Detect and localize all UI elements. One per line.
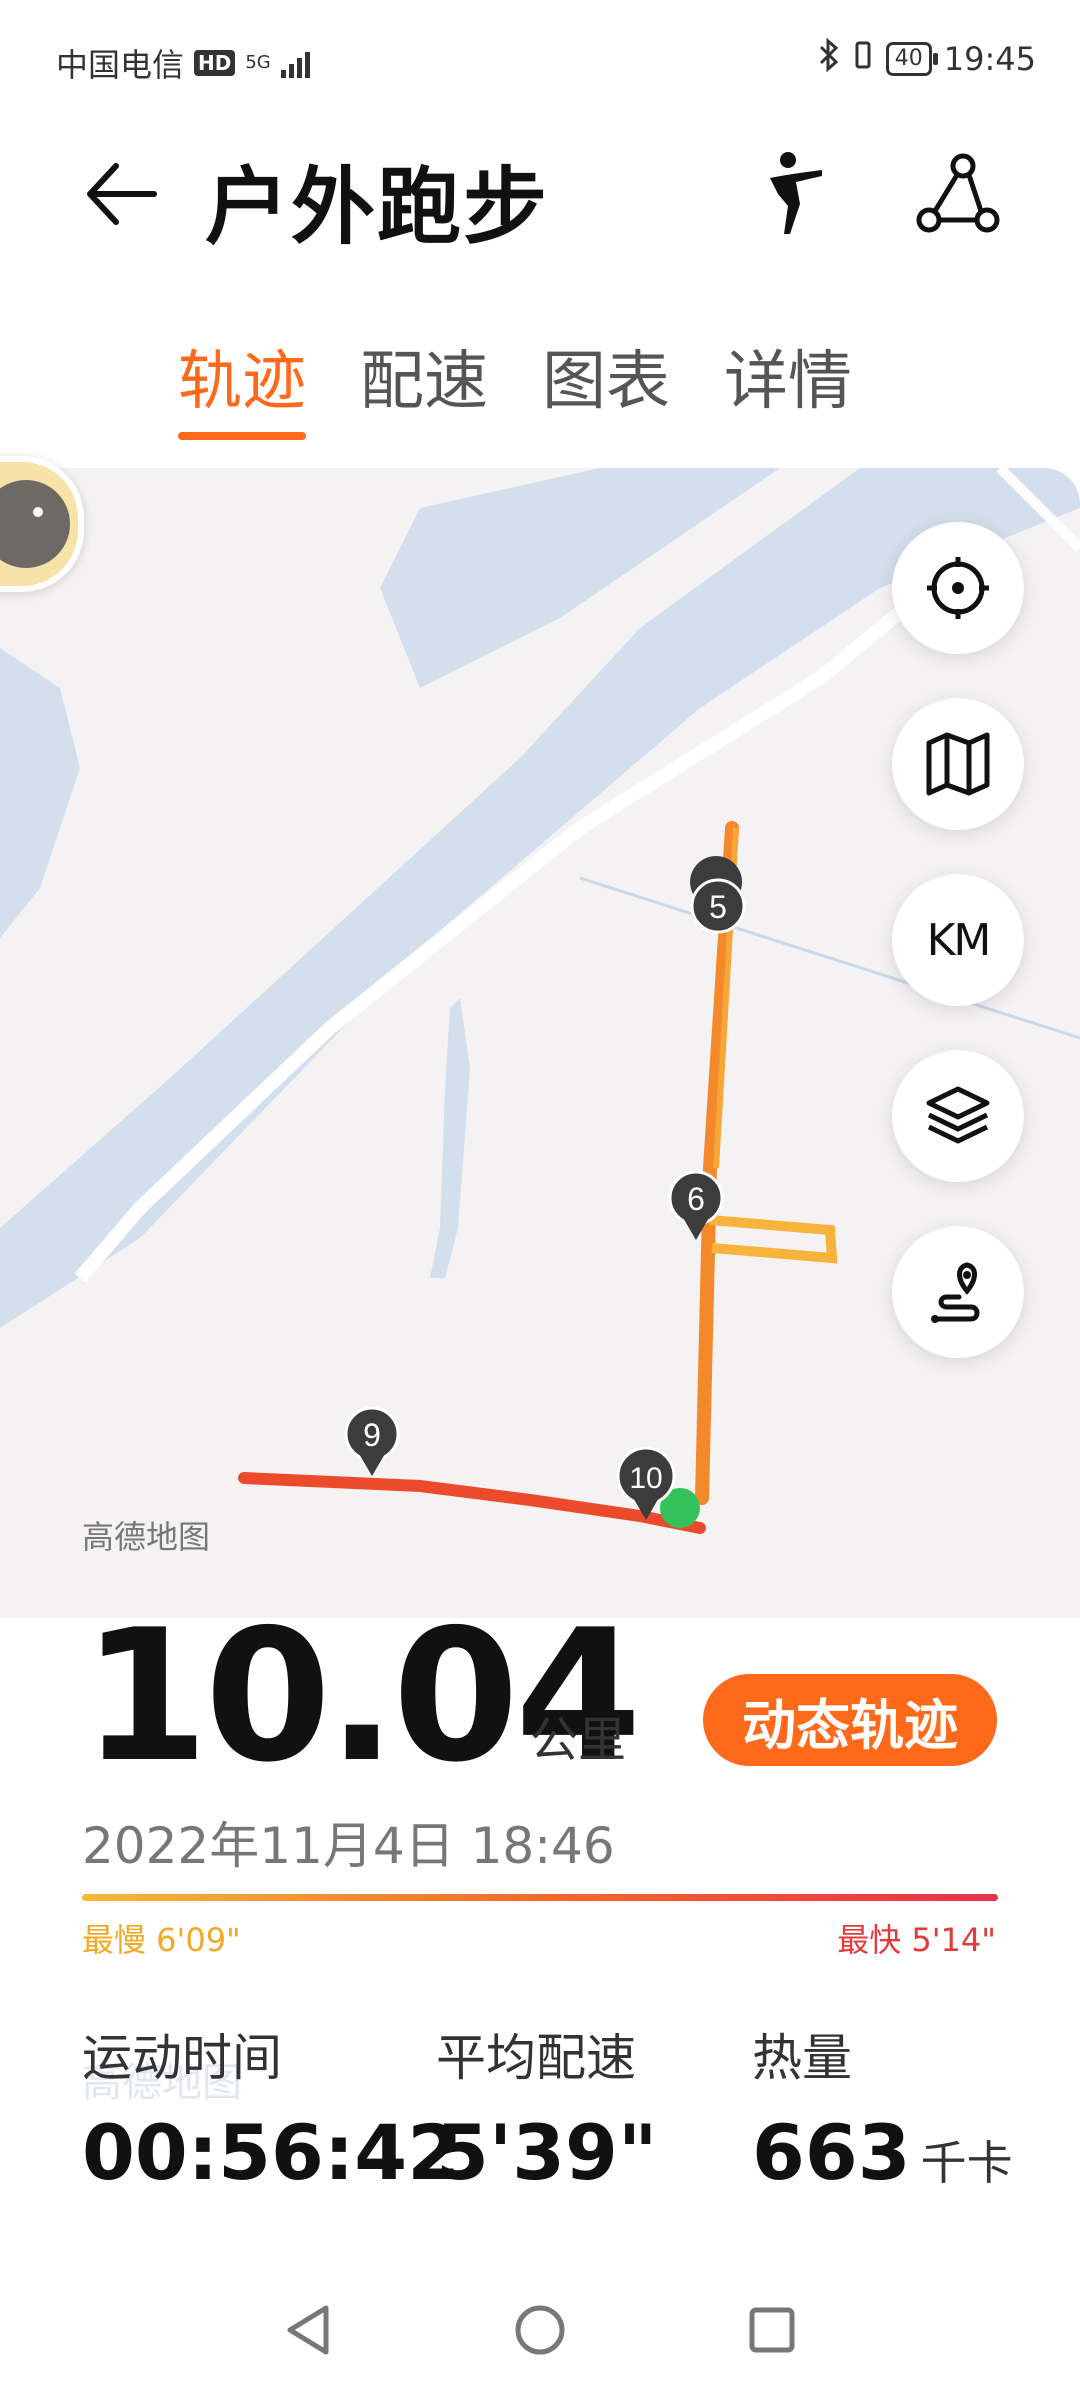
nav-home-icon[interactable] xyxy=(512,2302,568,2358)
layers-button[interactable] xyxy=(892,1050,1024,1182)
dynamic-track-button[interactable]: 动态轨迹 xyxy=(703,1674,997,1766)
road-main xyxy=(74,532,995,1283)
nav-recents-icon[interactable] xyxy=(744,2302,800,2358)
km-marker-5[interactable]: 5 xyxy=(690,856,746,938)
carrier-label: 中国电信 xyxy=(56,46,185,84)
km-marker-6-label: 6 xyxy=(687,1181,705,1217)
tab-details[interactable]: 详情 xyxy=(724,330,852,440)
avatar-icon xyxy=(0,480,70,568)
map-icon xyxy=(926,732,990,796)
slowest-pace: 最慢 6'09" xyxy=(82,1921,241,1959)
tab-bar: 轨迹 配速 图表 详情 xyxy=(178,330,852,440)
status-bar: 中国电信 HD 5G 40 19:45 xyxy=(0,0,1080,120)
route-button[interactable] xyxy=(892,1226,1024,1358)
signal-icon xyxy=(280,48,310,78)
stat-calories: 热量 663 千卡 xyxy=(752,2018,1013,2197)
network-type: 5G xyxy=(245,52,271,73)
vibrate-icon xyxy=(852,38,874,80)
hd-badge: HD xyxy=(194,50,236,76)
stat-avg-pace-value: 5'39" xyxy=(436,2108,658,2197)
stat-duration: 运动时间 00:56:42 xyxy=(82,2018,460,2197)
pace-gradient-bar xyxy=(82,1894,998,1901)
workout-datetime: 2022年11月4日 18:46 xyxy=(82,1817,615,1875)
battery-indicator: 40 xyxy=(885,42,938,76)
route-icon xyxy=(931,1262,980,1323)
map-attribution: 高德地图 xyxy=(82,1518,211,1556)
stat-duration-label: 运动时间 xyxy=(82,2029,282,2087)
layers-icon xyxy=(926,1086,990,1144)
share-nodes-icon xyxy=(916,153,1000,233)
stat-calories-label: 热量 xyxy=(752,2029,852,2087)
tab-pace[interactable]: 配速 xyxy=(360,330,488,440)
tab-track[interactable]: 轨迹 xyxy=(178,330,306,440)
canal xyxy=(430,998,470,1278)
stat-calories-unit: 千卡 xyxy=(920,2136,1013,2190)
tab-charts[interactable]: 图表 xyxy=(542,330,670,440)
locate-icon xyxy=(927,557,989,619)
stat-avg-pace: 平均配速 5'39" xyxy=(436,2018,658,2197)
runner-icon xyxy=(770,152,822,234)
bluetooth-icon xyxy=(818,37,840,80)
system-nav-bar xyxy=(0,2290,1080,2370)
km-toggle-button[interactable]: KM xyxy=(892,874,1024,1006)
status-left: 中国电信 HD 5G xyxy=(56,40,310,86)
nav-back-icon[interactable] xyxy=(280,2302,336,2358)
page-title: 户外跑步 xyxy=(205,158,550,256)
stat-avg-pace-label: 平均配速 xyxy=(436,2029,636,2087)
track-spur xyxy=(709,1215,838,1264)
km-marker-9[interactable]: 9 xyxy=(344,1406,400,1476)
stat-duration-value: 00:56:42 xyxy=(82,2108,461,2197)
km-marker-5-label: 5 xyxy=(709,889,727,925)
stat-calories-value: 663 xyxy=(752,2108,911,2197)
fastest-pace: 最快 5'14" xyxy=(837,1921,996,1959)
back-button[interactable] xyxy=(82,156,162,232)
status-right: 40 19:45 xyxy=(818,37,1036,80)
km-marker-10-label: 10 xyxy=(629,1462,662,1495)
map-type-button[interactable] xyxy=(892,698,1024,830)
clock: 19:45 xyxy=(943,40,1036,78)
runner-posture-button[interactable] xyxy=(760,148,830,238)
km-marker-9-label: 9 xyxy=(363,1417,381,1453)
share-route-button[interactable] xyxy=(915,150,1001,240)
app-header: 户外跑步 xyxy=(0,130,1080,256)
distance-unit: 公里 xyxy=(530,1712,627,1768)
back-arrow-icon xyxy=(87,163,157,225)
lake-west xyxy=(0,648,80,938)
stat-calories-value-row: 663 千卡 xyxy=(752,2108,1013,2197)
km-label: KM xyxy=(926,914,992,966)
locate-button[interactable] xyxy=(892,522,1024,654)
